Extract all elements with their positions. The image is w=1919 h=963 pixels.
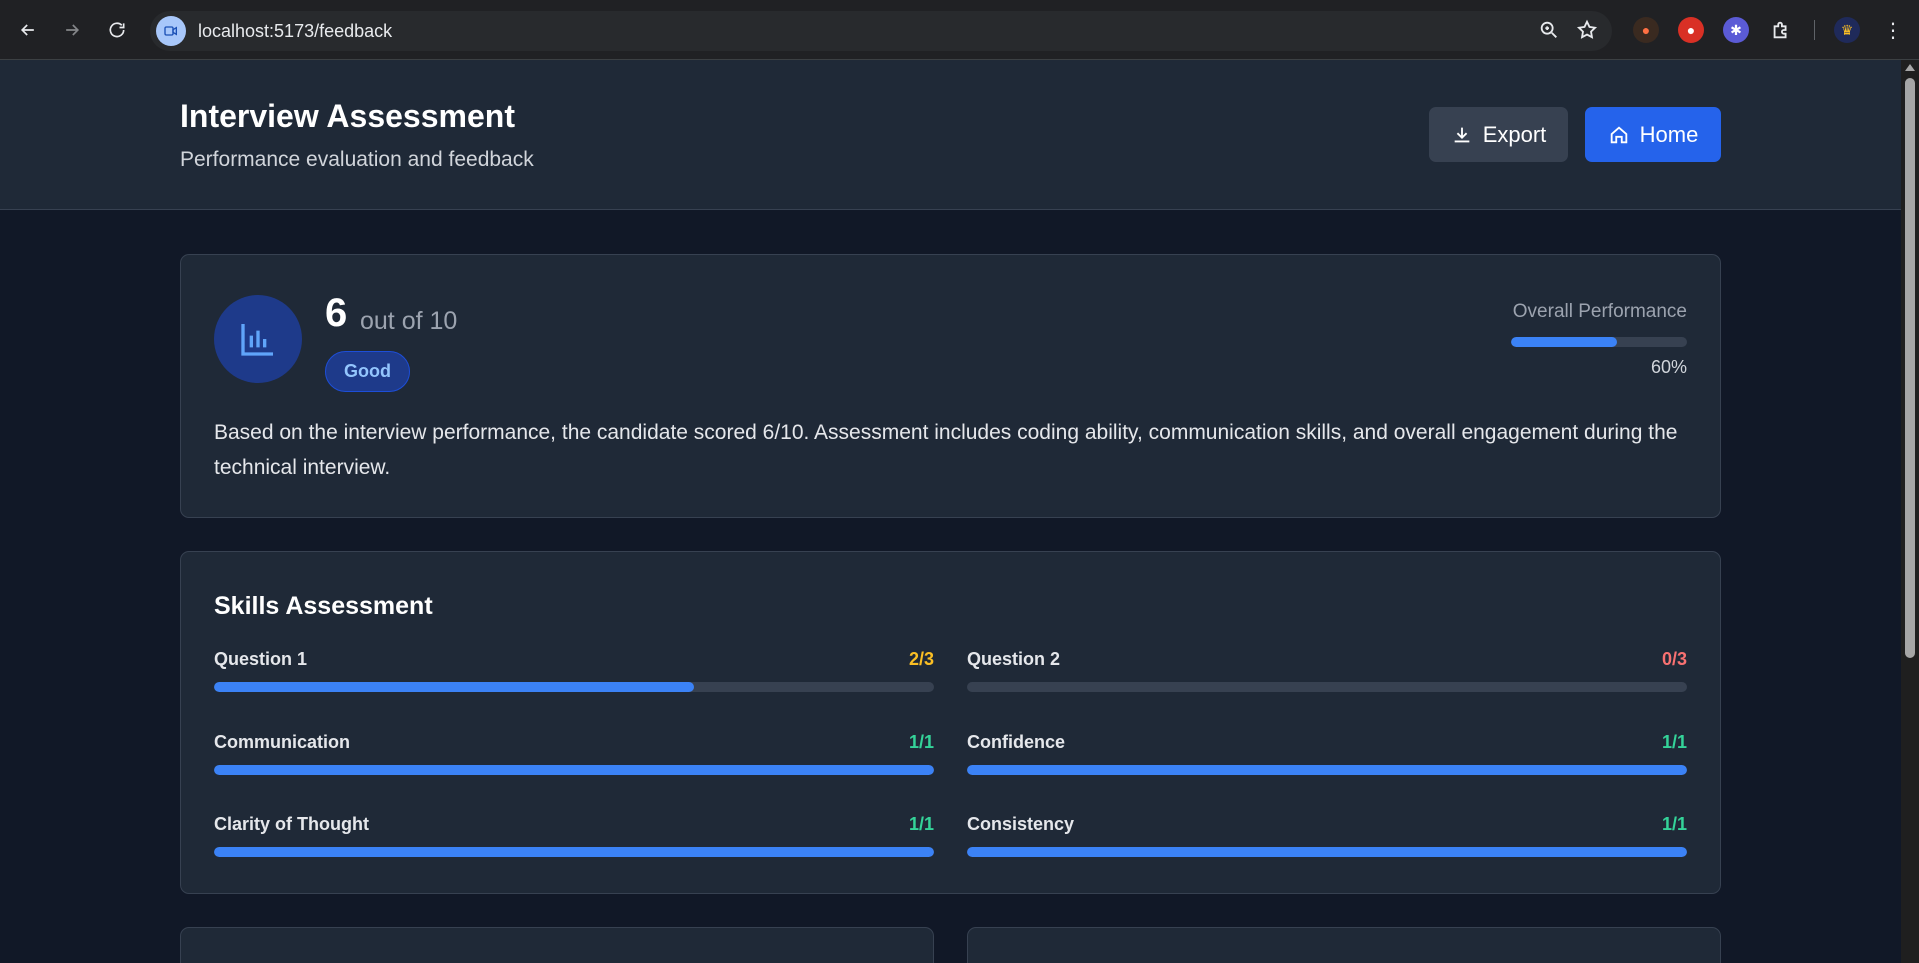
skill-item: Communication 1/1 [214, 732, 934, 778]
skill-progress-bar [214, 765, 934, 775]
reload-button[interactable] [101, 14, 133, 46]
skill-progress-fill [967, 847, 1687, 857]
home-icon [1610, 125, 1627, 143]
skill-item: Consistency 1/1 [967, 814, 1687, 860]
assessment-summary: Based on the interview performance, the … [214, 421, 1678, 479]
scroll-thumb[interactable] [1905, 78, 1915, 658]
home-label: Home [1639, 121, 1699, 147]
skill-progress-bar [967, 682, 1687, 692]
page-subtitle: Performance evaluation and feedback [180, 148, 534, 171]
page-title: Interview Assessment [180, 98, 515, 134]
menu-kebab-icon[interactable]: ⋮ [1880, 17, 1906, 43]
bottom-right-card [967, 927, 1721, 963]
skill-score: 1/1 [1661, 814, 1687, 834]
skill-name: Confidence [967, 732, 1066, 752]
url-text[interactable]: localhost:5173/feedback [198, 21, 392, 42]
download-icon [1454, 127, 1470, 142]
score-card: 6 out of 10 Good Overall Performance 60%… [180, 254, 1721, 518]
browser-toolbar: localhost:5173/feedback ● ● ✱ ♛ ⋮ [0, 0, 1919, 60]
scrollbar[interactable] [1901, 60, 1919, 963]
rating-badge: Good [325, 351, 410, 392]
overall-progress-bar [1511, 337, 1687, 347]
extension-red-icon[interactable]: ● [1678, 17, 1704, 43]
score-out-of: out of 10 [360, 307, 458, 335]
skill-item: Question 1 2/3 [214, 649, 934, 695]
forward-button[interactable] [56, 14, 88, 46]
skill-score: 2/3 [908, 649, 934, 669]
skill-name: Question 1 [214, 649, 308, 669]
overall-progress-fill [1511, 337, 1617, 347]
page-header: Interview Assessment Performance evaluat… [0, 60, 1901, 210]
skill-item: Confidence 1/1 [967, 732, 1687, 778]
skill-progress-fill [214, 765, 934, 775]
skill-item: Question 2 0/3 [967, 649, 1687, 695]
bar-chart-icon [214, 295, 302, 383]
back-button[interactable] [12, 14, 44, 46]
skill-progress-fill [967, 765, 1687, 775]
skill-progress-bar [967, 847, 1687, 857]
extension-gear-icon[interactable]: ✱ [1723, 17, 1749, 43]
extensions-puzzle-icon[interactable] [1768, 17, 1794, 43]
home-button[interactable]: Home [1585, 107, 1721, 162]
skill-name: Question 2 [967, 649, 1061, 669]
bookmark-star-icon[interactable] [1576, 19, 1598, 41]
scroll-up-arrow[interactable] [1905, 64, 1915, 71]
skills-title: Skills Assessment [214, 592, 433, 620]
bottom-left-card [180, 927, 934, 963]
skill-score: 1/1 [908, 732, 934, 752]
extension-fox-icon[interactable]: ● [1633, 17, 1659, 43]
skill-progress-bar [214, 682, 934, 692]
profile-crown-icon[interactable]: ♛ [1834, 17, 1860, 43]
skill-progress-fill [214, 847, 934, 857]
export-button[interactable]: Export [1429, 107, 1568, 162]
skill-score: 1/1 [1661, 732, 1687, 752]
skill-progress-bar [967, 765, 1687, 775]
skill-progress-bar [214, 847, 934, 857]
skill-progress-fill [214, 682, 695, 692]
zoom-icon[interactable] [1538, 19, 1560, 41]
overall-percent: 60% [1650, 357, 1687, 377]
skill-score: 1/1 [908, 814, 934, 834]
address-bar[interactable]: localhost:5173/feedback [150, 11, 1612, 51]
skill-item: Clarity of Thought 1/1 [214, 814, 934, 860]
skills-card: Skills Assessment Question 1 2/3 Question … [180, 551, 1721, 894]
site-info-icon[interactable] [156, 16, 186, 46]
skill-score: 0/3 [1661, 649, 1687, 669]
skill-name: Communication [214, 732, 351, 752]
overall-performance-label: Overall Performance [1512, 301, 1687, 322]
export-label: Export [1482, 121, 1547, 147]
skill-name: Consistency [967, 814, 1075, 834]
toolbar-divider [1814, 20, 1815, 40]
skill-name: Clarity of Thought [214, 814, 369, 834]
score-value: 6 [325, 291, 348, 335]
page-content: Interview Assessment Performance evaluat… [0, 60, 1901, 963]
